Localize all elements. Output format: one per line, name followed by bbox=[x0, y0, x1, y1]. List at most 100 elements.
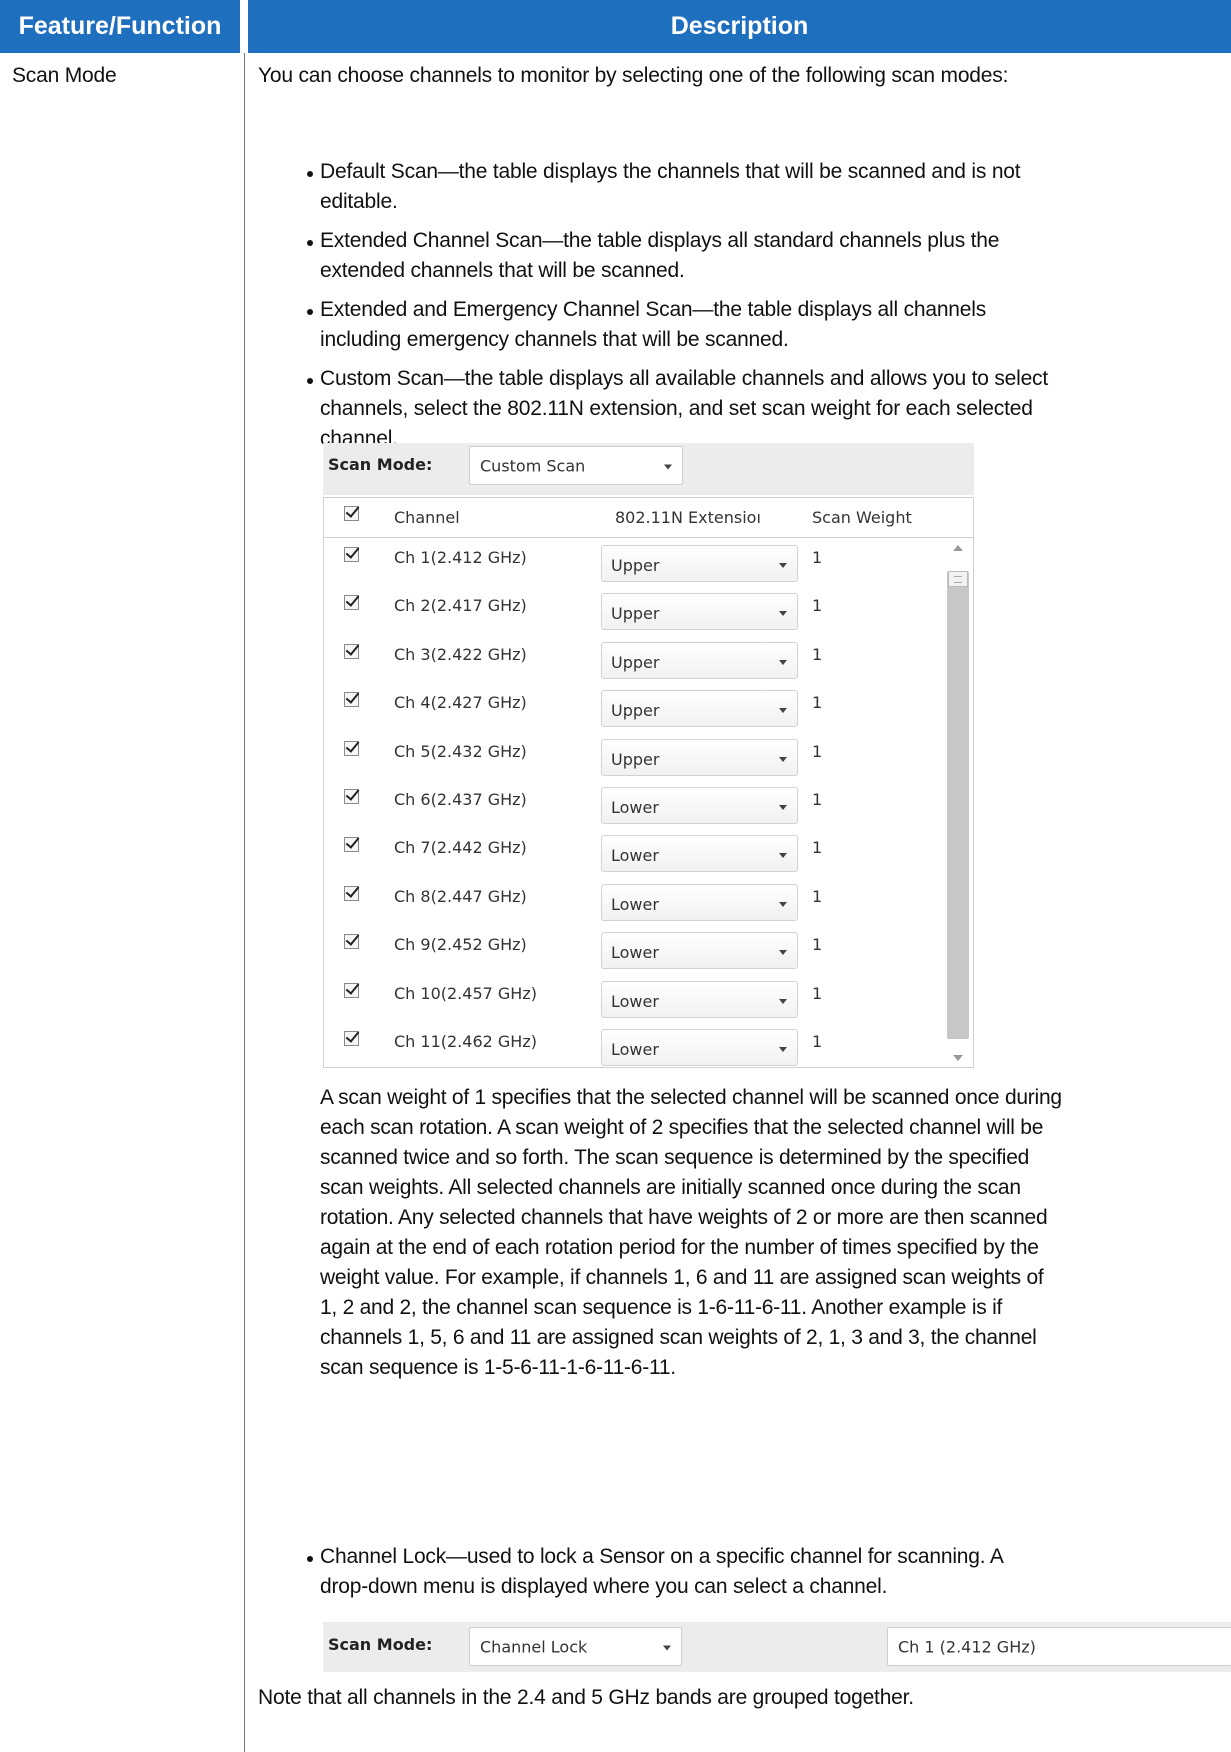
extension-select[interactable]: Upper bbox=[601, 690, 798, 728]
channel-checkbox[interactable] bbox=[344, 934, 359, 950]
scroll-up-icon[interactable] bbox=[953, 545, 963, 551]
extension-value: Upper bbox=[611, 701, 660, 721]
paragraph-line: scanned twice and so forth. The scan seq… bbox=[320, 1146, 1030, 1169]
scan-weight-value[interactable]: 1 bbox=[812, 693, 822, 712]
extension-value: Upper bbox=[611, 749, 660, 769]
scan-mode-value: Channel Lock bbox=[480, 1637, 588, 1656]
column-channel: Channel bbox=[394, 508, 460, 527]
scan-mode-label: Scan Mode: bbox=[328, 455, 433, 474]
scan-weight-value[interactable]: 1 bbox=[812, 838, 822, 857]
bullet-dot bbox=[307, 309, 313, 315]
column-header-feature: Feature/Function bbox=[0, 0, 240, 53]
channel-select[interactable]: Ch 1 (2.412 GHz) bbox=[887, 1627, 1231, 1666]
channel-checkbox[interactable] bbox=[344, 837, 359, 853]
scroll-down-icon[interactable] bbox=[953, 1055, 963, 1061]
extension-select[interactable]: Upper bbox=[601, 641, 798, 679]
scan-weight-value[interactable]: 1 bbox=[812, 887, 822, 906]
scan-mode-toolbar: Scan Mode: Custom Scan bbox=[323, 443, 974, 495]
channel-grid: Channel 802.11N Extensioı Scan Weight Ch… bbox=[323, 497, 974, 1068]
channel-lock-toolbar: Scan Mode: Channel Lock Ch 1 (2.412 GHz) bbox=[323, 1622, 1231, 1672]
scrollbar-track[interactable] bbox=[947, 571, 969, 1039]
extension-value: Lower bbox=[611, 894, 659, 914]
bullet-dot bbox=[307, 240, 313, 246]
feature-table: Feature/Function Description Scan Mode Y… bbox=[0, 0, 1231, 1752]
extension-select[interactable]: Lower bbox=[601, 1029, 798, 1066]
feature-name: Scan Mode bbox=[12, 64, 117, 87]
scan-mode-select[interactable]: Custom Scan bbox=[469, 446, 683, 485]
paragraph-line: scan sequence is 1-5-6-11-1-6-11-6-11. bbox=[320, 1356, 676, 1379]
table-row: Ch 8(2.447 GHz) Lower 1 bbox=[324, 877, 934, 925]
chevron-down-icon bbox=[779, 853, 787, 859]
paragraph-line: scan weights. All selected channels are … bbox=[320, 1176, 1021, 1199]
scan-weight-value[interactable]: 1 bbox=[812, 935, 822, 954]
extension-select[interactable]: Lower bbox=[601, 932, 798, 970]
channel-name: Ch 10(2.457 GHz) bbox=[394, 983, 537, 1003]
intro-text: You can choose channels to monitor by se… bbox=[258, 64, 1009, 87]
select-all-checkbox[interactable] bbox=[344, 506, 359, 521]
column-extension: 802.11N Extensioı bbox=[615, 508, 761, 527]
scan-weight-value[interactable]: 1 bbox=[812, 645, 822, 664]
chevron-down-icon bbox=[779, 950, 787, 956]
scan-weight-value[interactable]: 1 bbox=[812, 742, 822, 761]
table-row: Ch 10(2.457 GHz) Lower 1 bbox=[324, 974, 934, 1022]
bullet-extended-line1: Extended Channel Scan—the table displays… bbox=[320, 229, 1000, 252]
bullet-lock-line1: Channel Lock—used to lock a Sensor on a … bbox=[320, 1545, 1004, 1568]
scan-mode-value: Custom Scan bbox=[480, 456, 586, 475]
channel-checkbox[interactable] bbox=[344, 595, 359, 611]
chevron-down-icon bbox=[779, 998, 787, 1004]
bullet-lock-line2: drop-down menu is displayed where you ca… bbox=[320, 1575, 888, 1598]
extension-select[interactable]: Lower bbox=[601, 883, 798, 921]
custom-scan-panel: Scan Mode: Custom Scan Channel 802.11N E… bbox=[323, 443, 974, 1068]
extension-select[interactable]: Upper bbox=[601, 545, 798, 582]
extension-select[interactable]: Upper bbox=[601, 738, 798, 776]
bullet-emergency-line2: including emergency channels that will b… bbox=[320, 328, 789, 351]
channel-name: Ch 2(2.417 GHz) bbox=[394, 596, 527, 616]
channel-name: Ch 9(2.452 GHz) bbox=[394, 935, 527, 955]
paragraph-line: each scan rotation. A scan weight of 2 s… bbox=[320, 1116, 1044, 1139]
scan-weight-value[interactable]: 1 bbox=[812, 596, 822, 615]
extension-select[interactable]: Upper bbox=[601, 593, 798, 631]
chevron-down-icon bbox=[779, 659, 787, 665]
scan-weight-value[interactable]: 1 bbox=[812, 1032, 822, 1051]
extension-value: Lower bbox=[611, 943, 659, 963]
paragraph-line: again at the end of each rotation period… bbox=[320, 1236, 1039, 1259]
channel-value: Ch 1 (2.412 GHz) bbox=[898, 1637, 1036, 1656]
extension-select[interactable]: Lower bbox=[601, 835, 798, 873]
table-row: Ch 4(2.427 GHz) Upper 1 bbox=[324, 683, 934, 731]
bullet-default-line2: editable. bbox=[320, 190, 398, 213]
extension-value: Lower bbox=[611, 991, 659, 1011]
vertical-scrollbar[interactable] bbox=[947, 543, 969, 1063]
scan-weight-value[interactable]: 1 bbox=[812, 548, 822, 567]
chevron-down-icon bbox=[779, 901, 787, 907]
chevron-down-icon bbox=[779, 563, 787, 568]
scan-mode-select[interactable]: Channel Lock bbox=[469, 1627, 682, 1666]
extension-value: Upper bbox=[611, 652, 660, 672]
scan-weight-value[interactable]: 1 bbox=[812, 984, 822, 1003]
channel-name: Ch 8(2.447 GHz) bbox=[394, 886, 527, 906]
channel-checkbox[interactable] bbox=[344, 643, 359, 659]
extension-value: Lower bbox=[611, 798, 659, 817]
scan-weight-paragraph: A scan weight of 1 specifies that the se… bbox=[320, 1083, 1100, 1383]
scrollbar-thumb[interactable] bbox=[948, 571, 968, 587]
extension-select[interactable]: Lower bbox=[601, 787, 798, 824]
channel-checkbox[interactable] bbox=[344, 1031, 359, 1046]
channel-checkbox[interactable] bbox=[344, 692, 359, 708]
chevron-down-icon bbox=[779, 611, 787, 617]
channel-checkbox[interactable] bbox=[344, 885, 359, 901]
paragraph-line: weight value. For example, if channels 1… bbox=[320, 1266, 1044, 1289]
table-row: Ch 11(2.462 GHz) Lower 1 bbox=[324, 1022, 934, 1070]
chevron-down-icon bbox=[779, 805, 787, 810]
chevron-down-icon bbox=[779, 708, 787, 714]
channel-checkbox[interactable] bbox=[344, 547, 359, 562]
channel-name: Ch 5(2.432 GHz) bbox=[394, 741, 527, 761]
extension-select[interactable]: Lower bbox=[601, 980, 798, 1018]
bullet-custom-line2: channels, select the 802.11N extension, … bbox=[320, 397, 1033, 420]
scan-weight-value[interactable]: 1 bbox=[812, 790, 822, 809]
channel-checkbox[interactable] bbox=[344, 982, 359, 998]
table-row: Ch 7(2.442 GHz) Lower 1 bbox=[324, 828, 934, 876]
channel-checkbox[interactable] bbox=[344, 789, 359, 804]
bullet-emergency-line1: Extended and Emergency Channel Scan—the … bbox=[320, 298, 987, 321]
bullet-dot bbox=[307, 1556, 313, 1562]
note-text: Note that all channels in the 2.4 and 5 … bbox=[258, 1686, 914, 1709]
channel-checkbox[interactable] bbox=[344, 740, 359, 756]
